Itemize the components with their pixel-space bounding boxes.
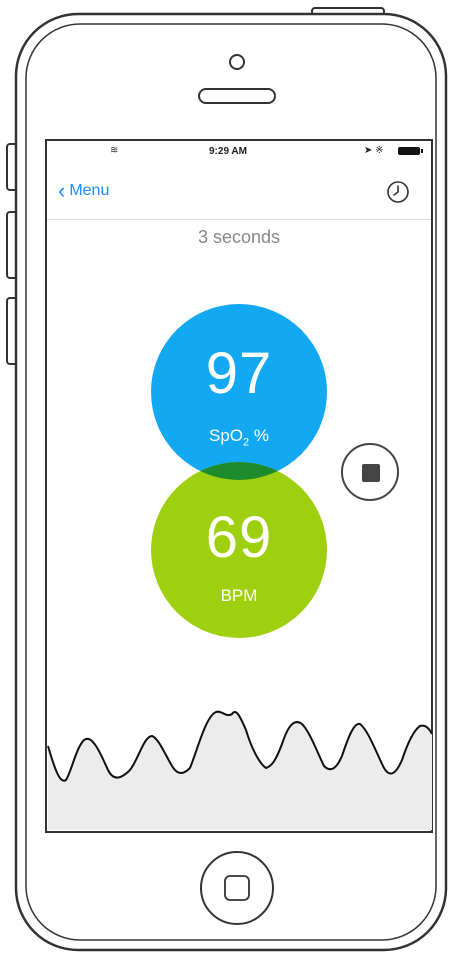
- back-label: Menu: [69, 182, 110, 199]
- back-button[interactable]: ‹ Menu: [58, 178, 109, 204]
- location-bluetooth-icons: ➤ ※: [364, 145, 384, 156]
- earpiece-speaker: [198, 88, 276, 104]
- elapsed-time-label: 3 seconds: [197, 227, 281, 247]
- chevron-left-icon: ‹: [58, 178, 66, 203]
- spo2-unit: SpO2 %: [209, 426, 269, 449]
- bpm-unit: BPM: [220, 586, 258, 605]
- stop-icon: [362, 464, 380, 482]
- front-camera: [229, 54, 245, 70]
- battery-icon: [398, 147, 423, 155]
- stop-button[interactable]: [341, 443, 399, 501]
- home-button[interactable]: [200, 851, 274, 925]
- spo2-value: 97: [205, 341, 273, 406]
- clock-icon[interactable]: [386, 180, 410, 204]
- nav-divider: [47, 219, 431, 220]
- status-time: 9:29 AM: [209, 146, 247, 157]
- bpm-value: 69: [205, 505, 273, 570]
- wifi-icon: ≋: [110, 145, 119, 156]
